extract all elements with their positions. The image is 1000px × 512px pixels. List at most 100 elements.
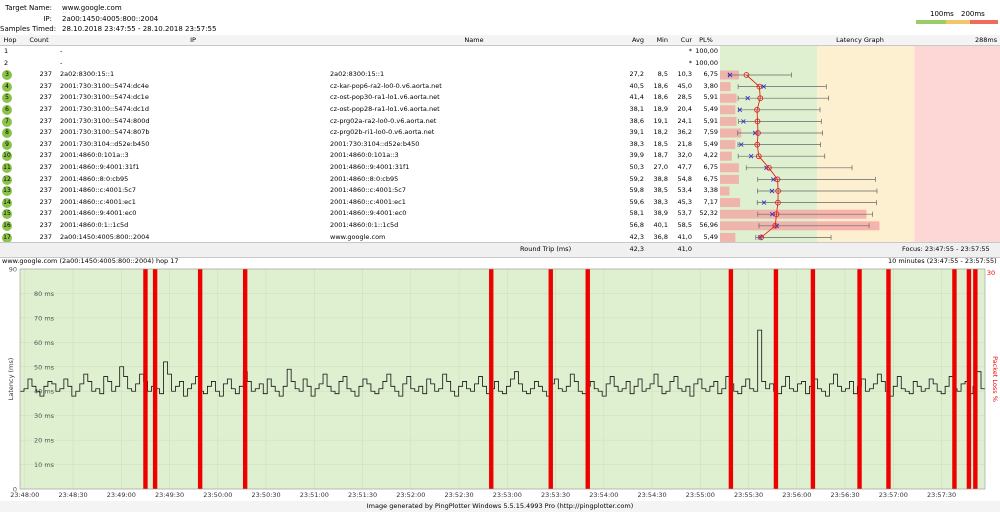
hop-avg: 58,1 <box>629 209 644 218</box>
y-tick-label: 40 ms <box>34 388 55 396</box>
round-trip-label: Round Trip (ms) <box>520 245 572 253</box>
col-cur-header[interactable]: Cur <box>668 35 692 46</box>
y-tick-label: 70 ms <box>34 314 55 322</box>
col-latency-graph-header[interactable]: Latency Graph <box>720 35 1000 46</box>
col-ip-header[interactable]: IP <box>58 35 328 46</box>
hop-number-badge: 8 <box>2 128 12 139</box>
hop-pl: 5,49 <box>703 139 718 148</box>
hop-name: 2001:4860:0:101a::3 <box>330 151 399 160</box>
packet-loss-bar <box>720 140 736 150</box>
hop-avg: 38,3 <box>629 139 644 148</box>
zone-red <box>914 46 1000 243</box>
hop-ip: 2001:730:3100::5474:800d <box>60 116 150 125</box>
hop-cur: 53,7 <box>677 209 692 218</box>
hop-ip: 2001:730:3100::5474:dc4e <box>60 81 149 90</box>
hop-min: 18,2 <box>653 128 668 137</box>
hop-ip: 2001:4860::9:4001:31f1 <box>60 163 140 171</box>
hop-pl: 100,00 <box>695 47 718 55</box>
hop-pl: 6,75 <box>703 70 718 79</box>
hop-min: 18,5 <box>653 139 668 148</box>
packet-loss-bar <box>720 163 739 173</box>
hop-cur: 36,2 <box>677 128 692 137</box>
hop-row[interactable]: 7 237 2001:730:3100::5474:800d cz-prg02a-ra… <box>0 116 720 128</box>
col-name-header[interactable]: Name <box>328 35 620 46</box>
y-tick-label: 30 ms <box>34 412 55 420</box>
hop-row[interactable]: 5 237 2001:730:3100::5474:dc1e cz-ost-pop30… <box>0 92 720 104</box>
footer-credit: Image generated by PingPlotter Windows 5… <box>0 501 1000 512</box>
packet-loss-bar <box>720 93 737 103</box>
packet-loss-bar <box>720 232 736 242</box>
hop-row[interactable]: 12 237 2001:4860::8:0:cb95 2001:4860::8:0:c… <box>0 174 720 186</box>
hop-min: 19,1 <box>653 116 668 125</box>
hop-row[interactable]: 16 237 2001:4860:0:1::1c5d 2001:4860:0:1::1… <box>0 220 720 232</box>
hop-pl: 4,22 <box>703 151 718 160</box>
hop-ip: - <box>60 47 63 55</box>
hop-ip: 2001:4860::9:4001:ec0 <box>60 209 137 218</box>
hop-min: 38,8 <box>653 174 668 183</box>
packet-loss-bar <box>728 269 734 489</box>
packet-loss-bar <box>720 151 732 161</box>
hop-row[interactable]: 11 237 2001:4860::9:4001:31f1 2001:4860::9:… <box>0 162 720 174</box>
hop-name: 2001:4860:0:1::1c5d <box>330 221 399 229</box>
x-tick-label: 23:48:00 <box>10 491 39 499</box>
target-name-label: Target Name: <box>5 4 52 12</box>
hop-number-badge: 15 <box>2 209 12 220</box>
col-avg-header[interactable]: Avg <box>620 35 644 46</box>
hop-row[interactable]: 6 237 2001:730:3100::5474:dc1d cz-ost-pop28… <box>0 104 720 116</box>
hop-ip: 2001:730:3104::d52e:b450 <box>60 139 150 148</box>
hop-row[interactable]: 1 - * 100,00 <box>0 46 720 58</box>
y-tick-label: 10 ms <box>34 461 55 469</box>
y-axis-label: Latency (ms) <box>7 358 15 401</box>
hop-number-badge: 5 <box>2 93 12 104</box>
col-hop-header[interactable]: Hop <box>0 35 20 46</box>
legend-200ms-label: 200ms <box>961 10 985 18</box>
col-pl-header[interactable]: PL% <box>692 35 720 46</box>
hop-number-badge: 9 <box>2 139 12 150</box>
hop-pl: 3,80 <box>703 81 718 90</box>
hop-name: cz-ost-pop28-ra1-lo1.v6.aorta.net <box>330 105 440 113</box>
hop-ip: 2001:4860::c:4001:ec1 <box>60 197 136 206</box>
hop-number-badge: 7 <box>2 116 12 127</box>
y-tick-label: 80 ms <box>34 290 55 298</box>
hop-count: 237 <box>39 139 52 148</box>
packet-loss-bar <box>242 269 248 489</box>
x-tick-label: 23:51:00 <box>300 491 329 499</box>
x-tick-label: 23:53:00 <box>493 491 522 499</box>
x-tick-label: 23:49:30 <box>155 491 184 499</box>
hop-row[interactable]: 3 237 2a02:8300:15::1 2a02:8300:15::1 27,2 8,… <box>0 69 720 81</box>
latency-chart: 90 80 ms 70 ms 60 ms 50 ms 40 ms 30 ms 20 ms 10 … <box>7 266 999 500</box>
x-tick-label: 23:48:30 <box>58 491 87 499</box>
hop-avg: 59,8 <box>629 186 644 195</box>
hop-count: 237 <box>39 163 52 171</box>
hop-ip: 2001:730:3100::5474:dc1d <box>60 105 149 113</box>
latency-graph <box>720 46 1000 243</box>
hop-avg: 39,1 <box>629 128 644 137</box>
hop-count: 237 <box>39 81 52 90</box>
hop-row[interactable]: 4 237 2001:730:3100::5474:dc4e cz-kar-pop6-… <box>0 81 720 93</box>
hop-name: 2a02:8300:15::1 <box>330 70 385 79</box>
col-count-header[interactable]: Count <box>20 35 58 46</box>
hop-avg: 50,3 <box>629 163 644 171</box>
hop-cur: * <box>688 47 692 55</box>
hop-row[interactable]: 10 237 2001:4860:0:101a::3 2001:4860:0:101a… <box>0 150 720 162</box>
trace-table: Hop Count IP Name Avg Min Cur PL% Latenc… <box>0 35 1000 245</box>
hop-ip: 2a02:8300:15::1 <box>60 70 115 79</box>
packet-loss-bar <box>143 269 148 489</box>
hop-row[interactable]: 13 237 2001:4860::c:4001:5c7 2001:4860::c:4… <box>0 185 720 197</box>
hop-min: 8,5 <box>657 70 668 79</box>
hop-cur: 45,0 <box>677 81 692 90</box>
x-tick-label: 23:56:30 <box>830 491 859 499</box>
hop-cur: 24,1 <box>677 116 692 125</box>
col-min-header[interactable]: Min <box>644 35 668 46</box>
packet-loss-bar <box>152 269 158 489</box>
hop-pl: 6,75 <box>703 163 718 171</box>
plot-area <box>20 269 985 489</box>
x-tick-label: 23:57:00 <box>879 491 908 499</box>
hop-count: 237 <box>39 128 52 137</box>
hop-row[interactable]: 8 237 2001:730:3100::5474:807b cz-prg02b-ri… <box>0 127 720 139</box>
hop-row[interactable]: 9 237 2001:730:3104::d52e:b450 2001:730:310… <box>0 139 720 151</box>
hop-min: 40,1 <box>653 221 668 229</box>
hop-row[interactable]: 14 237 2001:4860::c:4001:ec1 2001:4860::c:4… <box>0 197 720 209</box>
hop-row[interactable]: 2 - * 100,00 <box>0 58 720 70</box>
hop-row[interactable]: 15 237 2001:4860::9:4001:ec0 2001:4860::9:4… <box>0 208 720 220</box>
